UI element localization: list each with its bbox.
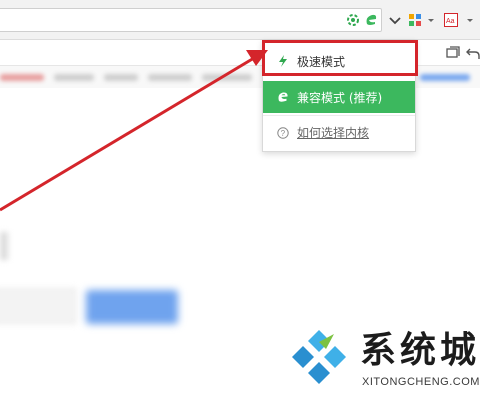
bookmark-item[interactable]: [148, 74, 192, 81]
xitongcheng-logo-icon: [288, 326, 350, 388]
blurred-content: [0, 232, 8, 260]
menu-item-label: 兼容模式 (推荐): [297, 90, 383, 105]
screenshot-icon[interactable]: [446, 46, 460, 60]
menu-item-help[interactable]: ? 如何选择内核: [263, 115, 415, 149]
apps-dropdown-icon[interactable]: [424, 13, 434, 27]
blurred-search-button[interactable]: [86, 290, 178, 324]
help-circle-icon: ?: [277, 126, 289, 139]
blurred-search-input[interactable]: [0, 288, 76, 324]
svg-text:?: ?: [281, 129, 286, 138]
bookmark-item[interactable]: [104, 74, 138, 81]
bookmark-item[interactable]: [0, 74, 44, 81]
refresh-icon[interactable]: [346, 13, 360, 27]
svg-text:Aa: Aa: [446, 18, 455, 25]
watermark-subtitle: XITONGCHENG.COM: [362, 376, 480, 388]
menu-item-compat-mode[interactable]: 兼容模式 (推荐): [263, 81, 415, 113]
bookmark-item[interactable]: [54, 74, 94, 81]
annotation-highlight-box: [262, 40, 418, 76]
chevron-down-icon[interactable]: [388, 13, 402, 27]
url-input[interactable]: [0, 8, 382, 32]
watermark-title: 系统城: [360, 329, 480, 371]
translate-dropdown-icon[interactable]: [463, 13, 473, 27]
ie-engine-icon[interactable]: [364, 13, 378, 27]
bookmark-item[interactable]: [202, 74, 252, 81]
ie-icon: [277, 91, 289, 103]
translate-icon[interactable]: Aa: [444, 13, 458, 27]
apps-grid-icon[interactable]: [408, 13, 422, 27]
undo-icon[interactable]: [466, 46, 480, 60]
bookmark-item[interactable]: [420, 74, 470, 81]
menu-item-label: 如何选择内核: [297, 126, 370, 140]
browser-screenshot: Aa 极速模式 兼容模式 (推荐) ? 如何选择内核 系统城 XITONGCHE…: [0, 0, 480, 400]
